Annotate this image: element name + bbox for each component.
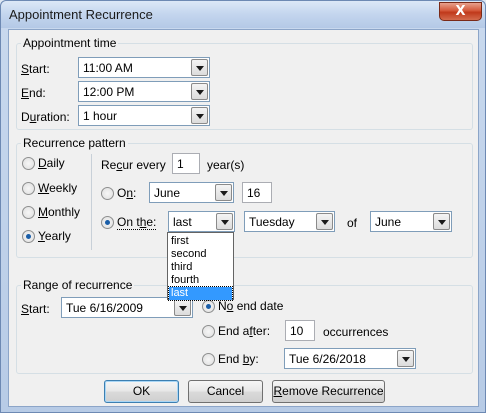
weekly-radio[interactable] [22, 182, 35, 195]
monthly-label[interactable]: Monthly [38, 205, 80, 219]
chevron-down-icon[interactable] [191, 107, 208, 124]
end-by-label[interactable]: End by: [218, 352, 259, 366]
weekly-label[interactable]: Weekly [38, 181, 77, 195]
monthly-radio[interactable] [22, 206, 35, 219]
ordinal-option-fourth[interactable]: fourth [169, 274, 232, 287]
end-after-input[interactable]: 10 [285, 320, 315, 341]
chevron-down-icon[interactable] [216, 213, 233, 230]
on-date-label[interactable]: On: [117, 186, 136, 200]
no-end-date-label[interactable]: No end date [218, 299, 283, 313]
appointment-time-legend: Appointment time [21, 36, 119, 50]
duration-combo[interactable]: 1 hour [78, 105, 210, 126]
pattern-separator [91, 154, 92, 250]
range-start-combo[interactable]: Tue 6/16/2009 [61, 297, 193, 318]
recur-every-suffix: year(s) [207, 158, 245, 172]
on-day-input[interactable]: 16 [242, 182, 272, 203]
of-label: of [347, 216, 358, 230]
on-the-label[interactable]: On the: [117, 215, 157, 230]
on-the-month-combo[interactable]: June [370, 211, 452, 232]
appointment-recurrence-window: Appointment Recurrence X Appointment tim… [0, 0, 486, 413]
recur-every-label: Recur every [101, 158, 166, 172]
range-legend: Range of recurrence [21, 278, 135, 292]
start-time-value: 11:00 AM [83, 61, 133, 75]
close-icon: X [455, 4, 466, 19]
end-by-radio[interactable] [202, 353, 215, 366]
end-time-combo[interactable]: 12:00 PM [78, 81, 210, 102]
daily-label[interactable]: Daily [38, 156, 65, 170]
weekday-combo[interactable]: Tuesday [244, 211, 335, 232]
on-month-combo[interactable]: June [149, 182, 234, 203]
duration-label: Duration: [21, 110, 70, 124]
ordinal-option-first[interactable]: first [169, 235, 232, 248]
recurrence-pattern-legend: Recurrence pattern [21, 136, 128, 150]
on-date-radio[interactable] [101, 187, 114, 200]
recur-every-input[interactable]: 1 [172, 153, 200, 174]
ok-button[interactable]: OK [104, 380, 179, 403]
chevron-down-icon[interactable] [191, 83, 208, 100]
ordinal-option-second[interactable]: second [169, 248, 232, 261]
end-by-combo[interactable]: Tue 6/26/2018 [284, 348, 416, 369]
ordinal-option-last[interactable]: last [168, 286, 233, 301]
end-time-label: End: [21, 86, 46, 100]
dialog-body: Appointment time Start: 11:00 AM End: 12… [8, 29, 479, 407]
chevron-down-icon[interactable] [174, 299, 191, 316]
remove-recurrence-button[interactable]: Remove Recurrence [272, 380, 385, 403]
chevron-down-icon[interactable] [316, 213, 333, 230]
no-end-date-radio[interactable] [202, 300, 215, 313]
start-time-combo[interactable]: 11:00 AM [78, 57, 210, 78]
yearly-radio[interactable] [22, 230, 35, 243]
ordinal-dropdown-list: first second third fourth last [167, 232, 234, 301]
on-the-radio[interactable] [101, 216, 114, 229]
chevron-down-icon[interactable] [433, 213, 450, 230]
title-bar: Appointment Recurrence X [1, 1, 485, 28]
range-start-label: Start: [21, 302, 50, 316]
duration-value: 1 hour [83, 109, 118, 123]
ordinal-option-third[interactable]: third [169, 261, 232, 274]
ordinal-combo[interactable]: last [168, 211, 235, 232]
chevron-down-icon[interactable] [191, 59, 208, 76]
close-button[interactable]: X [439, 2, 482, 21]
cancel-button[interactable]: Cancel [188, 380, 263, 403]
end-after-label[interactable]: End after: [218, 324, 270, 338]
end-after-radio[interactable] [202, 325, 215, 338]
daily-radio[interactable] [22, 157, 35, 170]
occurrences-label: occurrences [323, 325, 389, 339]
start-time-label: Start: [21, 62, 50, 76]
yearly-label[interactable]: Yearly [38, 229, 71, 243]
end-time-value: 12:00 PM [83, 85, 135, 99]
window-title: Appointment Recurrence [9, 7, 153, 22]
chevron-down-icon[interactable] [215, 184, 232, 201]
chevron-down-icon[interactable] [397, 350, 414, 367]
